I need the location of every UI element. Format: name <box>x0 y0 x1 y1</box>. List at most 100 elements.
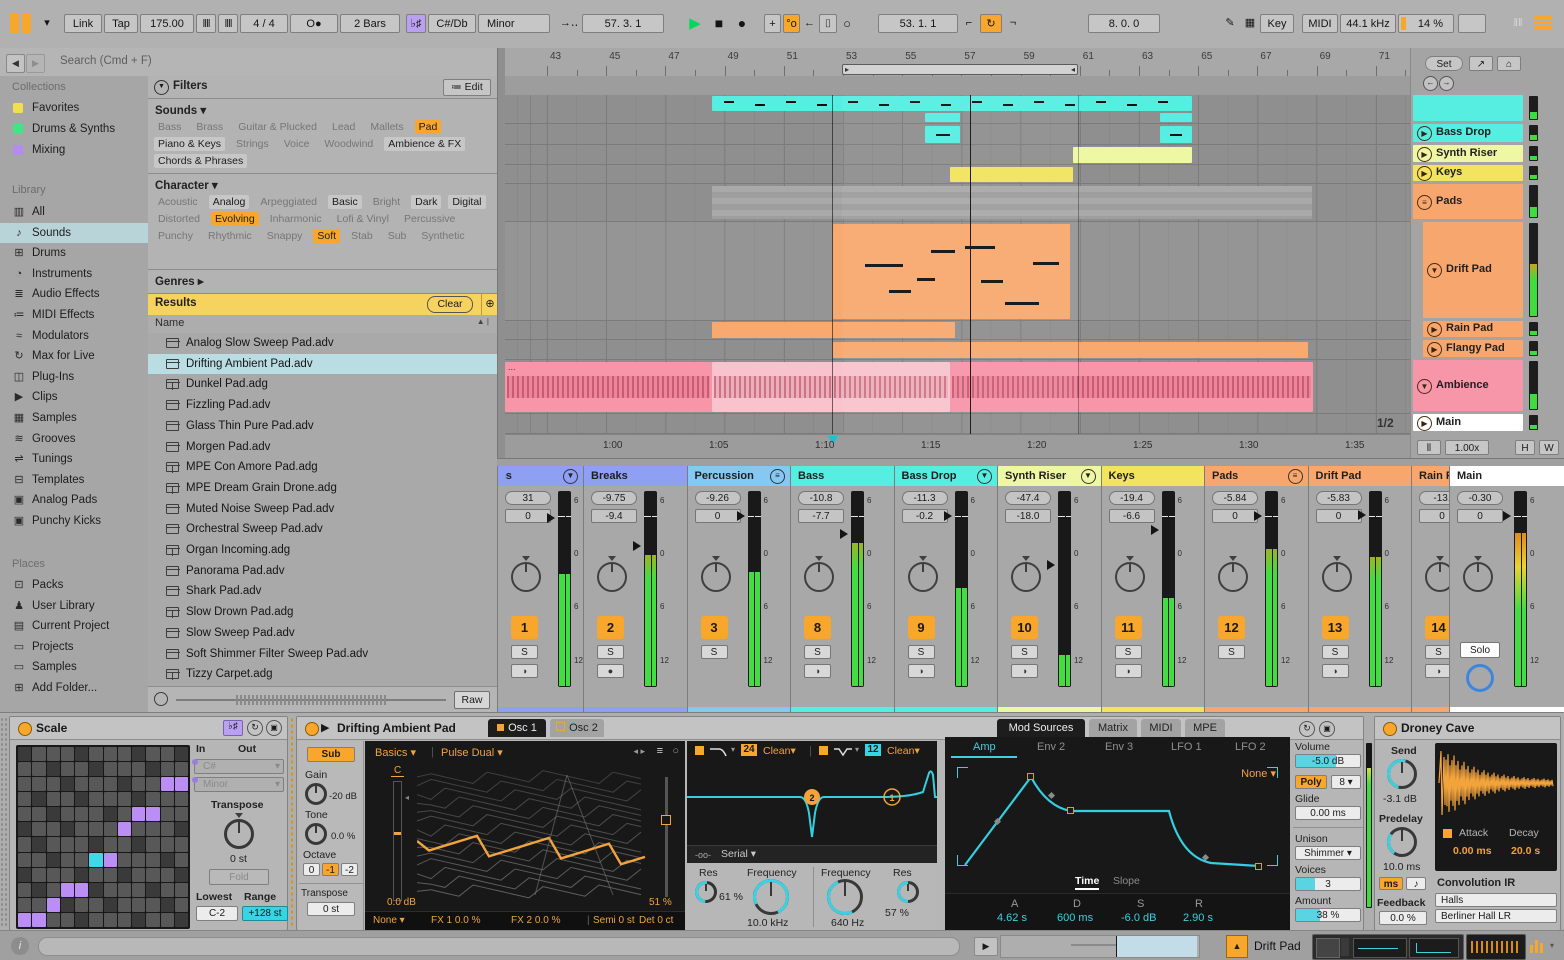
sidebar-item-packs[interactable]: ⊡ Packs <box>0 575 148 595</box>
scale-cell[interactable] <box>89 912 103 927</box>
filter-tag-woodwind[interactable]: Woodwind <box>320 137 377 151</box>
scale-cell[interactable] <box>160 822 174 837</box>
scale-cell[interactable] <box>160 897 174 912</box>
mixer-track-header[interactable]: Bass <box>791 466 894 486</box>
filter-tag-brass[interactable]: Brass <box>192 120 227 134</box>
volume-field[interactable]: -0.2 <box>901 509 948 523</box>
scale-cell[interactable] <box>89 792 103 807</box>
result-item[interactable]: Shark Pad.adv <box>148 581 497 602</box>
scale-cell[interactable] <box>146 822 160 837</box>
tab-mpe[interactable]: MPE <box>1185 719 1225 737</box>
sidebar-item-audio-effects[interactable]: ≣ Audio Effects <box>0 284 148 304</box>
track-header-synth-riser[interactable]: ▶ Synth Riser <box>1413 145 1523 162</box>
wavetable-circle-icon[interactable]: ○ <box>672 745 679 757</box>
filter2-toggle[interactable] <box>819 746 828 755</box>
device-fold-button[interactable]: ▲ <box>1226 935 1248 958</box>
mixer-track-header[interactable]: Percussion ≡ <box>687 466 790 486</box>
solo-button[interactable]: S <box>511 645 538 659</box>
track-number[interactable]: 2 <box>597 616 624 639</box>
scale-cell[interactable] <box>103 777 117 792</box>
send-value[interactable]: -3.1 dB <box>1383 793 1417 805</box>
sidebar-item-templates[interactable]: ⊟ Templates <box>0 470 148 490</box>
volume-field[interactable]: -7.7 <box>798 509 844 523</box>
solo-button[interactable]: S <box>700 645 728 659</box>
pan-knob[interactable] <box>804 562 834 592</box>
scale-cell[interactable] <box>146 807 160 822</box>
scale-cell[interactable] <box>75 897 89 912</box>
track-activator-icon[interactable]: ◑ <box>1011 664 1038 678</box>
ableton-logo[interactable] <box>10 13 36 33</box>
result-item[interactable]: Dunkel Pad.adg <box>148 374 497 395</box>
result-item[interactable]: Slow Drown Pad.adg <box>148 602 497 623</box>
scale-cell[interactable] <box>132 882 146 897</box>
scale-cell[interactable] <box>117 867 131 882</box>
scale-cell[interactable] <box>146 912 160 927</box>
meter-caret-icon[interactable]: ▾ <box>1550 941 1554 950</box>
scale-cell[interactable] <box>75 792 89 807</box>
wt-position-slider[interactable] <box>665 777 668 897</box>
scale-cell[interactable] <box>146 762 160 777</box>
key-signature-icon[interactable]: ♭♯ <box>406 14 426 33</box>
scale-cell[interactable] <box>32 762 46 777</box>
overview-visible-region[interactable] <box>1117 936 1197 957</box>
solo-button[interactable]: S <box>1011 645 1038 659</box>
sub-gain-knob[interactable] <box>305 783 327 805</box>
track-chevron-icon[interactable]: ▼ <box>1080 469 1096 484</box>
track-header-rain-pad[interactable]: ▶ Rain Pad <box>1423 321 1523 337</box>
sidebar-item-current-project[interactable]: ▤ Current Project <box>0 616 148 636</box>
mixer-track-header[interactable]: Drums ▼ <box>498 466 583 486</box>
filter-tag-piano-keys[interactable]: Piano & Keys <box>154 137 226 151</box>
scale-aware-icon[interactable]: ♭♯ <box>223 720 243 736</box>
scale-cell[interactable] <box>46 762 60 777</box>
scale-cell[interactable] <box>132 897 146 912</box>
scale-cell[interactable] <box>132 792 146 807</box>
scale-cell[interactable] <box>174 837 188 852</box>
scale-cell[interactable] <box>18 792 32 807</box>
peak-level-field[interactable]: 31 <box>505 491 551 505</box>
track-header-keys[interactable]: ▶ Keys <box>1413 165 1523 181</box>
output-meter-icon[interactable] <box>1530 937 1546 953</box>
track-number[interactable]: 8 <box>804 616 831 639</box>
scale-cell[interactable] <box>174 747 188 762</box>
device-on-toggle[interactable] <box>18 722 32 736</box>
sidebar-item-clips[interactable]: ▶ Clips <box>0 387 148 407</box>
track-width-button[interactable]: W <box>1539 440 1559 455</box>
attack-value[interactable]: 0.00 ms <box>1453 845 1492 857</box>
scale-cell[interactable] <box>117 852 131 867</box>
track-header-drift-pad[interactable]: ▼ Drift Pad <box>1423 222 1523 318</box>
capture-midi-button[interactable]: ○ <box>839 14 855 33</box>
scale-cell[interactable] <box>174 912 188 927</box>
ir-category-menu[interactable]: Halls <box>1435 893 1557 907</box>
tab-midi[interactable]: MIDI <box>1141 719 1181 737</box>
track-header-unnamed[interactable] <box>1413 95 1523 121</box>
stop-button[interactable]: ■ <box>710 14 728 33</box>
wavetable-category-menu[interactable]: Basics ▾ <box>375 746 416 759</box>
device-on-toggle[interactable] <box>1383 722 1397 736</box>
glide-field[interactable]: 0.00 ms <box>1295 806 1361 820</box>
scale-cell[interactable] <box>32 852 46 867</box>
scale-cell[interactable] <box>132 762 146 777</box>
scale-cell[interactable] <box>18 897 32 912</box>
scale-cell[interactable] <box>32 777 46 792</box>
track-lanes[interactable]: ... <box>505 95 1410 434</box>
peak-level-field[interactable]: -0.30 <box>1457 491 1503 505</box>
track-activator-icon[interactable]: ◑ <box>907 664 935 678</box>
pan-knob[interactable] <box>1114 562 1145 592</box>
meter-display-toggle[interactable]: ⦀ <box>1417 440 1441 455</box>
add-filter-group-button[interactable]: ⊕ <box>481 293 498 316</box>
sidebar-item-grooves[interactable]: ≋ Grooves <box>0 429 148 449</box>
scale-cell[interactable] <box>117 777 131 792</box>
track-chevron-icon[interactable]: ▼ <box>1427 263 1442 278</box>
fader-handle[interactable] <box>1047 560 1055 571</box>
scale-cell[interactable] <box>132 837 146 852</box>
wavetable-menu[interactable]: Pulse Dual ▾ <box>441 746 503 759</box>
scale-cell[interactable] <box>32 822 46 837</box>
reverb-device-header[interactable]: Droney Cave <box>1375 717 1560 740</box>
track-activator-icon[interactable]: ◑ <box>1321 664 1349 678</box>
scale-cell[interactable] <box>132 777 146 792</box>
peak-level-field[interactable]: -13. <box>1419 491 1449 505</box>
draw-mode-icon[interactable]: ✎ <box>1220 14 1240 33</box>
time-signature-field[interactable]: 4 / 4 <box>240 14 288 33</box>
result-item[interactable]: Muted Noise Sweep Pad.adv <box>148 499 497 520</box>
scale-cell[interactable] <box>46 822 60 837</box>
